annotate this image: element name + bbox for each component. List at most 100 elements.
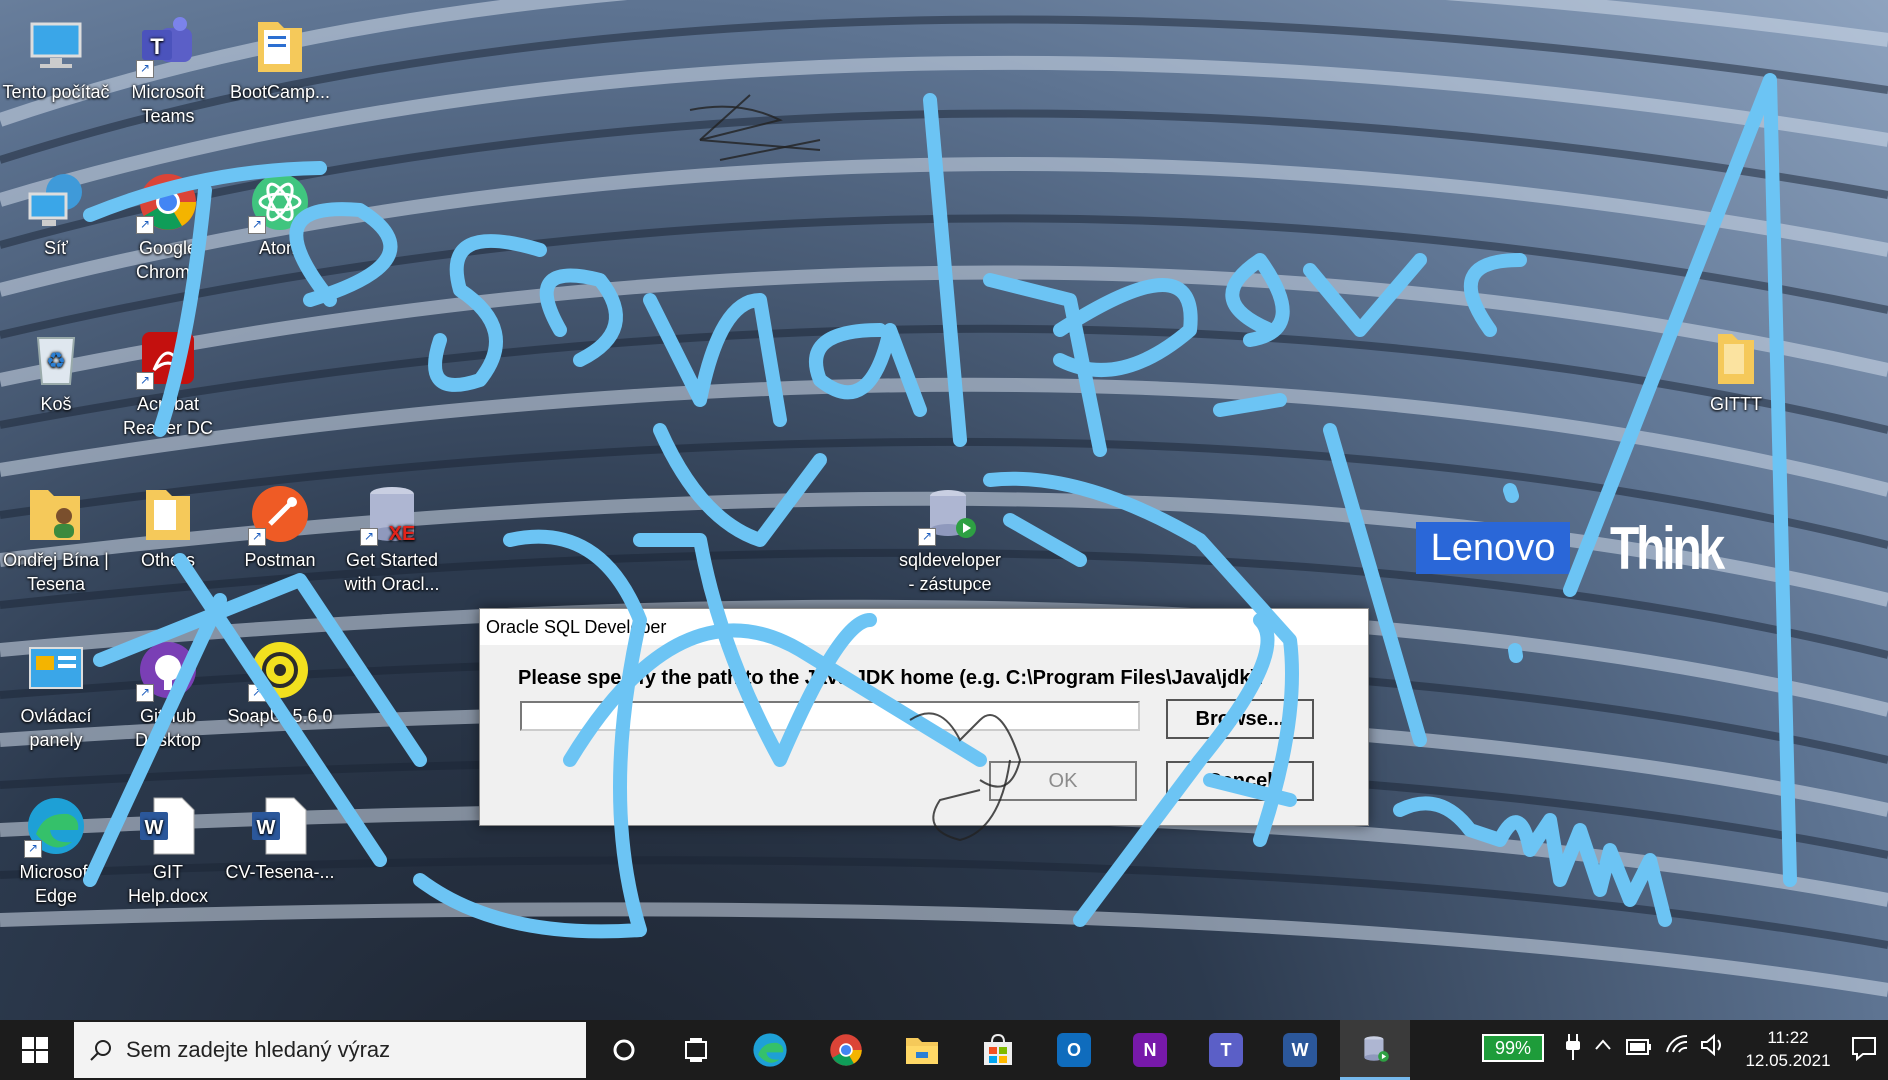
task-view-button[interactable] (664, 1020, 728, 1080)
cortana-button[interactable] (592, 1020, 656, 1080)
clock-time: 11:22 (1767, 1028, 1809, 1047)
icon-label: Google Chrome (135, 238, 201, 282)
chrome-icon (830, 1034, 862, 1066)
lenovo-logo: Lenovo (1416, 522, 1570, 574)
battery-indicator[interactable]: 99% (1482, 1034, 1544, 1062)
user-folder-icon (30, 490, 80, 540)
desktop-icon-ovladaci-panely[interactable]: Ovládací panely (0, 638, 112, 752)
notification-center-icon[interactable] (1850, 1034, 1880, 1064)
dialog-title[interactable]: Oracle SQL Developer (480, 609, 1368, 645)
desktop-icon-kos[interactable]: ♻ Koš (0, 326, 112, 416)
svg-text:T: T (150, 34, 164, 59)
wifi-icon[interactable] (1662, 1034, 1692, 1064)
sql-developer-icon (1364, 1035, 1389, 1062)
ok-button[interactable]: OK (989, 761, 1137, 801)
shortcut-arrow-icon: ↗ (360, 528, 378, 546)
icon-label: GitHub Desktop (134, 706, 202, 750)
word-document-icon: W (140, 797, 195, 855)
shortcut-arrow-icon: ↗ (248, 684, 266, 702)
teams-icon: T (1209, 1033, 1243, 1067)
clock[interactable]: 11:22 12.05.2021 (1738, 1026, 1838, 1072)
search-icon (90, 1040, 111, 1061)
desktop-icon-microsoft-edge[interactable]: ↗ Microsoft Edge (0, 794, 112, 908)
battery-icon[interactable] (1624, 1034, 1654, 1064)
icon-label: Postman (244, 550, 316, 570)
desktop-icon-git-help[interactable]: W GIT Help.docx (112, 794, 224, 908)
network-icon (28, 174, 82, 226)
svg-text:XE: XE (389, 523, 416, 545)
desktop-icon-sqldeveloper[interactable]: ↗ sqldeveloper - zástupce (894, 482, 1006, 596)
desktop-icon-google-chrome[interactable]: ↗ Google Chrome (112, 170, 224, 284)
svg-text:♻: ♻ (46, 349, 66, 374)
chevron-up-icon[interactable] (1588, 1034, 1618, 1064)
desktop-icon-soapui[interactable]: ↗ SoapUI 5.6.0 (224, 638, 336, 728)
shortcut-arrow-icon: ↗ (918, 528, 936, 546)
dialog-prompt: Please specify the path to the Java JDK … (518, 667, 1264, 689)
shortcut-arrow-icon: ↗ (248, 528, 266, 546)
taskbar-app-edge[interactable] (738, 1020, 802, 1080)
icon-label: Microsoft Teams (131, 82, 205, 126)
taskbar-app-sql-developer[interactable] (1340, 1020, 1410, 1080)
icon-label: Acrobat Reader DC (122, 394, 214, 438)
svg-text:W: W (145, 817, 164, 839)
taskbar: Sem zadejte hledaný výraz O N T W 99% 11… (0, 1020, 1888, 1080)
folder-icon (146, 490, 190, 540)
icon-label: Microsoft Edge (19, 862, 93, 906)
shortcut-arrow-icon: ↗ (136, 216, 154, 234)
desktop-icon-bootcamp[interactable]: BootCamp... (224, 14, 336, 104)
desktop-icon-atom[interactable]: ↗ Atom (224, 170, 336, 260)
jdk-path-dialog: Oracle SQL Developer Please specify the … (479, 608, 1369, 826)
onenote-icon: N (1133, 1033, 1167, 1067)
taskbar-app-store[interactable] (966, 1020, 1030, 1080)
shortcut-arrow-icon: ↗ (136, 684, 154, 702)
word-icon: W (1283, 1033, 1317, 1067)
edge-icon (753, 1033, 787, 1067)
icon-label: BootCamp... (229, 82, 331, 102)
desktop-icon-oracle-xe[interactable]: XE ↗ Get Started with Oracl... (336, 482, 448, 596)
icon-label: Síť (44, 238, 68, 258)
word-document-icon: W (252, 797, 307, 855)
speaker-icon[interactable] (1698, 1033, 1728, 1064)
recycle-bin-icon: ♻ (36, 337, 76, 385)
desktop-icon-ondrej-bina[interactable]: Ondřej Bína | Tesena (0, 482, 112, 596)
taskbar-app-word[interactable]: W (1268, 1020, 1332, 1080)
desktop-icon-acrobat[interactable]: ↗ Acrobat Reader DC (112, 326, 224, 440)
desktop-icon-tento-pocitac[interactable]: Tento počítač (0, 14, 112, 104)
taskbar-app-teams[interactable]: T (1194, 1020, 1258, 1080)
taskbar-app-file-explorer[interactable] (890, 1020, 954, 1080)
folder-icon (258, 22, 302, 72)
icon-label: Get Started with Oracl... (344, 550, 440, 594)
control-panel-icon (29, 647, 83, 689)
desktop-icon-cv-tesena[interactable]: W CV-Tesena-... (224, 794, 336, 884)
store-bag-icon (984, 1033, 1012, 1065)
desktop-icon-github-desktop[interactable]: ↗ GitHub Desktop (112, 638, 224, 752)
computer-icon (30, 22, 82, 68)
think-logo: Think (1610, 515, 1725, 582)
taskbar-search-box[interactable]: Sem zadejte hledaný výraz (74, 1022, 586, 1078)
desktop-icon-postman[interactable]: ↗ Postman (224, 482, 336, 572)
folder-icon (1718, 334, 1754, 384)
desktop-icon-microsoft-teams[interactable]: T ↗ Microsoft Teams (112, 14, 224, 128)
icon-label: GIT Help.docx (127, 862, 209, 906)
cortana-circle-icon (613, 1039, 635, 1061)
desktop-icon-sit[interactable]: Síť (0, 170, 112, 260)
task-view-icon (685, 1038, 707, 1062)
shortcut-arrow-icon: ↗ (136, 60, 154, 78)
search-placeholder: Sem zadejte hledaný výraz (126, 1037, 391, 1062)
desktop-icon-gittt[interactable]: GITTT (1680, 326, 1792, 416)
jdk-path-input[interactable] (520, 701, 1140, 731)
taskbar-app-outlook[interactable]: O (1042, 1020, 1106, 1080)
start-button[interactable] (0, 1020, 70, 1080)
cancel-button[interactable]: Cancel (1166, 761, 1314, 801)
icon-label: Atom (258, 238, 301, 258)
taskbar-app-chrome[interactable] (814, 1020, 878, 1080)
clock-date: 12.05.2021 (1745, 1051, 1831, 1070)
browse-button[interactable]: Browse... (1166, 699, 1314, 739)
outlook-icon: O (1057, 1033, 1091, 1067)
desktop: Tento počítač T ↗ Microsoft Teams BootCam… (0, 0, 1888, 1020)
icon-label: Ovládací panely (20, 706, 92, 750)
power-plug-icon[interactable] (1558, 1034, 1588, 1064)
taskbar-app-onenote[interactable]: N (1118, 1020, 1182, 1080)
desktop-icon-others[interactable]: Others (112, 482, 224, 572)
icon-label: Ondřej Bína | Tesena (3, 550, 109, 594)
